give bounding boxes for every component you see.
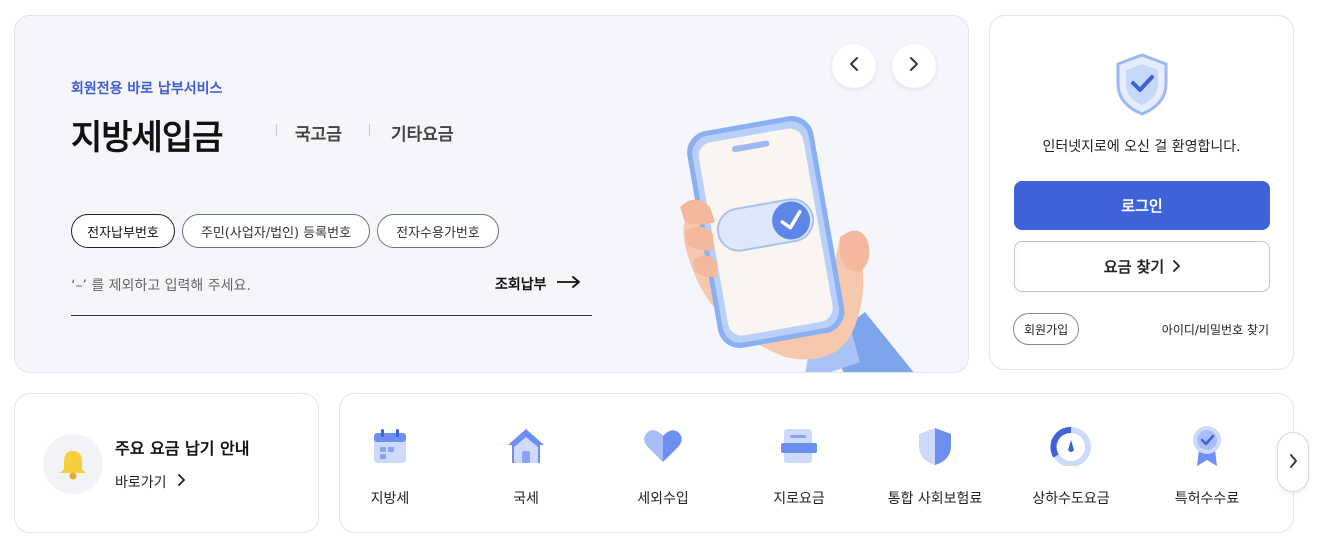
gauge-icon xyxy=(1049,424,1093,468)
tab-local-tax[interactable]: 지방세입금 xyxy=(71,110,223,159)
carousel-prev-button[interactable] xyxy=(832,44,876,88)
service-item-local-tax[interactable]: 지방세 xyxy=(330,424,450,508)
service-label: 지로요금 xyxy=(773,491,825,507)
service-item-water-fee[interactable]: 상하수도요금 xyxy=(1011,424,1131,508)
chevron-right-icon xyxy=(908,56,920,76)
shield-check-icon xyxy=(1114,52,1170,120)
notice-title: 주요 요금 납기 안내 xyxy=(115,439,250,458)
service-item-giro-fee[interactable]: 지로요금 xyxy=(739,424,859,508)
chevron-left-icon xyxy=(848,56,860,76)
service-shortcuts: 지방세 국세 세외수입 지로요금 통합 사회보험료 상하수도요금 특허수수료 xyxy=(339,393,1294,533)
login-button[interactable]: 로그인 xyxy=(1014,181,1270,230)
hero-card: 회원전용 바로 납부서비스 지방세입금 국고금 기타요금 전자납부번호 주민(사… xyxy=(14,15,969,373)
chevron-right-icon xyxy=(1172,258,1181,276)
service-label: 지방세 xyxy=(370,491,410,507)
badge-icon xyxy=(1185,424,1229,468)
chevron-right-icon xyxy=(177,474,185,490)
shield-icon xyxy=(913,424,957,468)
phone-illustration xyxy=(655,112,915,372)
house-icon xyxy=(504,424,548,468)
chip-electronic-payment-number[interactable]: 전자납부번호 xyxy=(71,214,175,248)
input-underline xyxy=(71,315,592,316)
tab-national-treasury[interactable]: 국고금 xyxy=(295,120,342,145)
hero-subtitle: 회원전용 바로 납부서비스 xyxy=(71,81,223,97)
tab-divider xyxy=(369,124,370,136)
document-icon xyxy=(777,424,821,468)
find-fee-button[interactable]: 요금 찾기 xyxy=(1014,241,1270,292)
service-item-national-tax[interactable]: 국세 xyxy=(466,424,586,508)
carousel-next-button[interactable] xyxy=(892,44,936,88)
service-item-patent-fee[interactable]: 특허수수료 xyxy=(1147,424,1267,508)
welcome-message: 인터넷지로에 오신 걸 환영합니다. xyxy=(1042,139,1241,155)
service-label: 특허수수료 xyxy=(1174,491,1240,507)
notice-link-label: 바로가기 xyxy=(115,475,167,491)
find-fee-label: 요금 찾기 xyxy=(1103,258,1165,276)
service-item-non-tax-revenue[interactable]: 세외수입 xyxy=(603,424,723,508)
payment-notice-card[interactable]: 주요 요금 납기 안내 바로가기 xyxy=(14,393,319,533)
service-label: 국세 xyxy=(513,491,539,507)
lookup-pay-button[interactable]: 조회납부 xyxy=(495,274,581,294)
payment-number-input[interactable] xyxy=(71,272,481,300)
notice-link[interactable]: 바로가기 xyxy=(115,472,185,492)
bell-icon xyxy=(43,434,103,494)
login-card: 인터넷지로에 오신 걸 환영합니다. 로그인 요금 찾기 회원가입 아이디/비밀… xyxy=(989,15,1294,370)
signup-button[interactable]: 회원가입 xyxy=(1013,313,1080,345)
lookup-pay-label: 조회납부 xyxy=(495,277,547,293)
service-label: 상하수도요금 xyxy=(1032,491,1110,507)
chip-registration-number[interactable]: 주민(사업자/법인) 등록번호 xyxy=(182,214,370,248)
service-label: 세외수입 xyxy=(637,491,689,507)
find-id-password-link[interactable]: 아이디/비밀번호 찾기 xyxy=(1162,321,1269,338)
arrow-right-icon xyxy=(555,276,581,292)
heart-icon xyxy=(641,424,685,468)
tab-divider xyxy=(276,124,277,136)
calendar-icon xyxy=(368,424,412,468)
service-label: 통합 사회보험료 xyxy=(887,491,983,507)
service-item-social-insurance[interactable]: 통합 사회보험료 xyxy=(875,424,995,508)
chevron-right-icon xyxy=(1289,453,1297,472)
chip-customer-number[interactable]: 전자수용가번호 xyxy=(377,214,499,248)
tab-other-fees[interactable]: 기타요금 xyxy=(391,120,454,145)
services-next-button[interactable] xyxy=(1277,432,1309,492)
